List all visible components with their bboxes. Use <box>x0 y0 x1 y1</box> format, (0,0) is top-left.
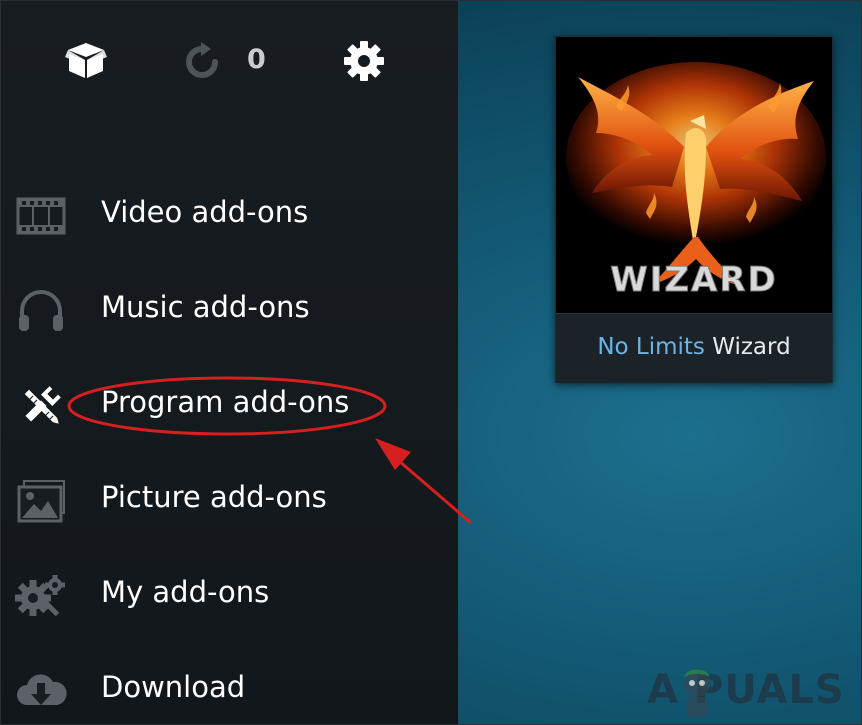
addon-box-icon[interactable] <box>65 41 107 81</box>
watermark: A PUALS <box>647 661 861 721</box>
addon-card-no-limits-wizard[interactable]: WIZARD No Limits Wizard <box>555 36 833 383</box>
tools-icon <box>15 384 69 428</box>
addon-caption-accent: No Limits <box>597 334 705 360</box>
addon-art-title: WIZARD <box>610 260 778 300</box>
menu-item-label: Music add-ons <box>101 290 310 324</box>
app-window: 0 Video add-ons Music add-ons Program ad… <box>0 0 862 725</box>
annotation-arrow <box>375 438 472 525</box>
cloud-download-icon <box>15 669 69 713</box>
gears-icon <box>15 574 69 618</box>
pictures-icon <box>15 479 69 523</box>
annotation-ellipse <box>67 376 387 436</box>
update-count: 0 <box>247 44 266 75</box>
menu-item-music-addons[interactable]: Music add-ons <box>1 276 458 346</box>
menu-item-video-addons[interactable]: Video add-ons <box>1 181 458 251</box>
addon-artwork: WIZARD <box>556 37 832 313</box>
film-strip-icon <box>15 194 69 238</box>
headphones-icon <box>15 289 69 333</box>
refresh-icon[interactable] <box>184 41 220 81</box>
menu-item-my-addons[interactable]: My add-ons <box>1 561 458 631</box>
sidebar: 0 Video add-ons Music add-ons Program ad… <box>1 1 458 724</box>
menu-item-label: Video add-ons <box>101 195 309 229</box>
addon-caption: No Limits Wizard <box>556 313 832 383</box>
menu-item-label: My add-ons <box>101 575 270 609</box>
settings-gear-icon[interactable] <box>343 41 385 81</box>
menu-item-download[interactable]: Download <box>1 656 458 724</box>
watermark-mascot-icon <box>684 669 710 717</box>
menu-item-label: Picture add-ons <box>101 480 327 514</box>
menu-item-label: Download <box>101 670 246 704</box>
addon-caption-name: Wizard <box>712 334 791 360</box>
